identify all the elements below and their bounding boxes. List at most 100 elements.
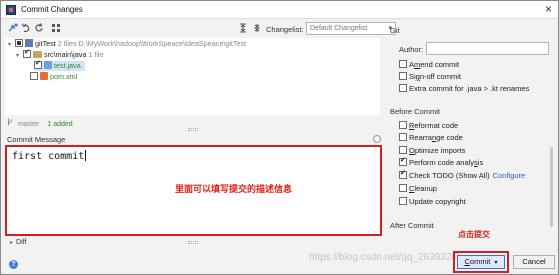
collapse-all-icon[interactable] xyxy=(251,23,262,35)
java-file-icon xyxy=(44,61,52,69)
option-label: Check TODO (Show All) xyxy=(409,171,490,180)
author-input[interactable] xyxy=(426,42,549,55)
amend-commit-option[interactable]: Amend commit xyxy=(399,60,459,70)
file-checkbox[interactable] xyxy=(30,72,38,80)
file-name: test.java xyxy=(54,61,81,70)
folder-name: src\main\java xyxy=(44,50,87,59)
reformat-code-option[interactable]: Reformat code xyxy=(399,121,458,131)
code-analysis-checkbox[interactable] xyxy=(399,156,407,166)
added-count: 1 added xyxy=(47,121,73,128)
cleanup-option[interactable]: Cleanup xyxy=(399,184,437,194)
check-todo-option[interactable]: Check TODO (Show All)Configure xyxy=(399,169,526,181)
option-label: eformat code xyxy=(414,121,459,130)
diff-label: Diff xyxy=(16,239,27,246)
optimize-imports-option[interactable]: Optimize imports xyxy=(399,146,465,156)
diff-toggle[interactable]: ▸ Diff xyxy=(10,239,26,246)
root-checkbox[interactable] xyxy=(15,39,23,47)
git-section-title: Git xyxy=(390,26,400,35)
check-todo-checkbox[interactable] xyxy=(399,169,407,179)
folder-icon xyxy=(33,51,42,58)
changed-files-tree: ▾ gitTest 2 files D:\MyWork\hadoop\WorkSp… xyxy=(5,38,380,115)
option-label: leanup xyxy=(414,184,437,193)
rearrange-code-option[interactable]: Rearrange code xyxy=(399,133,463,143)
code-analysis-option[interactable]: Perform code analysis xyxy=(399,156,484,168)
splitter-handle[interactable] xyxy=(188,241,198,244)
group-by-icon[interactable] xyxy=(50,23,61,35)
rearrange-code-checkbox[interactable] xyxy=(399,133,407,141)
changes-toolbar: Changelist: Default Changelist ▾ xyxy=(7,22,396,38)
help-icon[interactable]: ? xyxy=(9,260,18,269)
file-name: pom.xml xyxy=(50,72,78,81)
root-meta: 2 files D:\MyWork\hadoop\WorkSpeace\Idea… xyxy=(57,39,247,48)
branch-icon xyxy=(7,118,15,128)
file-checkbox[interactable] xyxy=(34,59,42,69)
options-scrollbar[interactable] xyxy=(549,147,554,227)
configure-link[interactable]: Configure xyxy=(493,171,526,180)
before-commit-title: Before Commit xyxy=(390,107,441,116)
folder-meta: 1 file xyxy=(88,50,104,59)
splitter-handle[interactable] xyxy=(188,128,198,131)
undo-icon[interactable] xyxy=(20,23,31,35)
click-commit-annotation: 点击提交 xyxy=(458,230,490,239)
after-commit-title: After Commit xyxy=(390,221,434,230)
add-icon[interactable] xyxy=(7,23,18,35)
commit-message-value: first commit xyxy=(12,151,85,162)
tree-file-row[interactable]: pom.xml xyxy=(30,72,77,82)
chevron-right-icon: ▸ xyxy=(10,240,14,246)
option-label: Rearra xyxy=(409,133,432,142)
option-label: Si xyxy=(409,72,416,81)
message-history-icon[interactable] xyxy=(373,135,381,143)
option-label: ge code xyxy=(436,133,463,142)
option-label: is xyxy=(477,158,484,167)
scrollbar-thumb[interactable] xyxy=(550,147,553,227)
chevron-down-icon[interactable]: ▾ xyxy=(16,51,23,61)
changelist-select[interactable]: Default Changelist ▾ xyxy=(306,22,396,35)
refresh-icon[interactable] xyxy=(33,23,44,35)
changelist-label: Changelist: xyxy=(266,25,304,34)
commit-changes-dialog: Commit Changes × Changelist: Default Cha… xyxy=(0,0,559,275)
cleanup-checkbox[interactable] xyxy=(399,184,407,192)
chevron-down-icon[interactable]: ▾ xyxy=(494,260,497,266)
commit-label: ommit xyxy=(469,257,491,266)
cancel-button[interactable]: Cancel xyxy=(513,255,555,269)
option-label: end commit xyxy=(420,60,460,69)
option-label: Perform code analy xyxy=(409,158,475,167)
branch-name: master xyxy=(17,121,40,128)
commit-message-text: first commit xyxy=(12,150,87,162)
option-label: Extra commit for .java > .kt renames xyxy=(409,84,530,93)
commit-button[interactable]: Commit ▾ xyxy=(457,255,505,269)
sign-off-checkbox[interactable] xyxy=(399,72,407,80)
update-copyright-option[interactable]: Update copyright xyxy=(399,197,466,207)
status-line: master 1 added xyxy=(7,118,73,128)
watermark: https://blog.csdn.net/qq_26393269 xyxy=(309,252,463,263)
extra-commit-option[interactable]: Extra commit for .java > .kt renames xyxy=(399,84,529,94)
option-label: n-off commit xyxy=(419,72,461,81)
tree-root-row[interactable]: ▾ gitTest 2 files D:\MyWork\hadoop\WorkSp… xyxy=(8,39,246,49)
update-copyright-checkbox[interactable] xyxy=(399,197,407,205)
tree-folder-row[interactable]: ▾ src\main\java 1 file xyxy=(16,48,104,61)
extra-commit-checkbox[interactable] xyxy=(399,84,407,92)
text-caret xyxy=(85,150,87,161)
intellij-app-icon xyxy=(6,5,16,15)
commit-message-label: Commit Message xyxy=(7,135,66,144)
maven-file-icon xyxy=(40,72,48,80)
tree-file-row[interactable]: test.java xyxy=(34,59,85,71)
module-icon xyxy=(25,39,33,47)
title-bar: Commit Changes × xyxy=(1,1,558,19)
commit-message-textarea[interactable]: first commit 里面可以填写提交的描述信息 xyxy=(5,145,382,236)
author-label: Author: xyxy=(399,45,424,54)
commit-message-annotation: 里面可以填写提交的描述信息 xyxy=(175,184,293,194)
changelist-value: Default Changelist xyxy=(310,25,368,32)
reformat-code-checkbox[interactable] xyxy=(399,121,407,129)
window-title: Commit Changes xyxy=(21,5,83,14)
close-icon[interactable]: × xyxy=(545,2,552,16)
option-label: Update copyright xyxy=(409,197,466,206)
option-label: ptimize imports xyxy=(414,146,466,155)
amend-commit-checkbox[interactable] xyxy=(399,60,407,68)
folder-checkbox[interactable] xyxy=(23,48,31,58)
expand-all-icon[interactable] xyxy=(237,23,248,35)
sign-off-option[interactable]: Sign-off commit xyxy=(399,72,461,82)
optimize-imports-checkbox[interactable] xyxy=(399,146,407,154)
root-name: gitTest xyxy=(35,39,56,48)
chevron-down-icon[interactable]: ▾ xyxy=(8,40,15,50)
